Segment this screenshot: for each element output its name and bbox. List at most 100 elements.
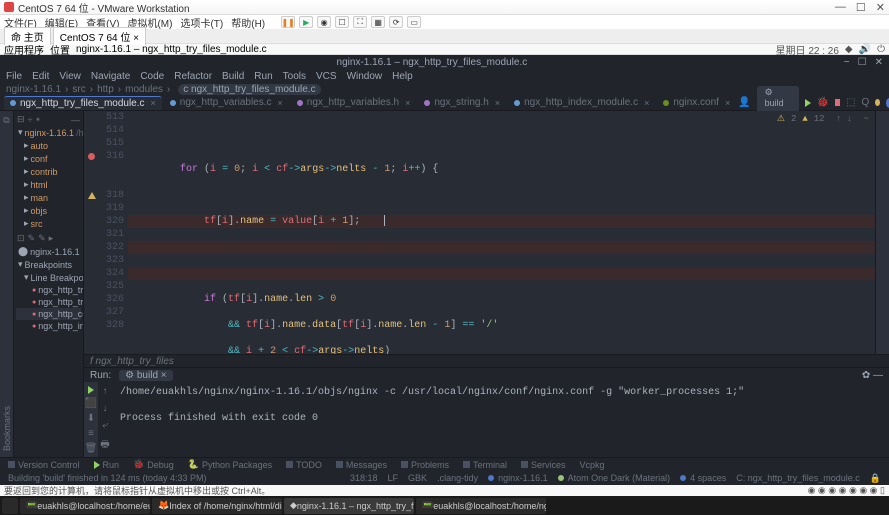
tool-debug[interactable]: 🐞Debug — [133, 459, 174, 470]
scrollbar[interactable] — [875, 111, 889, 354]
toolbar-icon[interactable]: ⊡ — [17, 233, 25, 244]
tool-services[interactable]: Services — [521, 460, 566, 470]
tree-bp-item[interactable]: ngx_http_core_ — [38, 309, 84, 319]
tree-breakpoints[interactable]: Breakpoints — [25, 260, 73, 270]
warning-icon[interactable] — [88, 192, 96, 199]
left-tool-strip[interactable]: ⧉ Bookmarks — [0, 111, 14, 457]
vmware-tabstrip[interactable]: 命 主页 CentOS 7 64 位 × — [0, 29, 889, 43]
code-editor[interactable]: ⚠2 ▲12 ↑ ↓ ~ for (i = 0; i < cf->args->n… — [128, 111, 875, 354]
breakpoint-icon[interactable] — [88, 153, 95, 160]
run-icon[interactable] — [805, 99, 811, 107]
tool-messages[interactable]: Messages — [336, 460, 387, 470]
run-config[interactable]: ⚙ build × — [119, 370, 173, 381]
status-theme[interactable]: Atom One Dark (Material) — [558, 473, 671, 483]
tool-vcpkg[interactable]: Vcpkg — [580, 460, 605, 470]
close-icon[interactable]: ✕ — [876, 1, 885, 14]
menu-build[interactable]: Build — [222, 71, 244, 82]
close-icon[interactable]: × — [151, 98, 156, 108]
rerun-icon[interactable] — [88, 386, 94, 394]
vm-toolbar-icon[interactable]: ▦ — [371, 16, 385, 28]
tree-folder[interactable]: src — [31, 219, 43, 229]
wrap-icon[interactable]: ⤶ — [102, 420, 108, 431]
up-icon[interactable]: ↑ — [103, 386, 108, 397]
close-icon[interactable]: × — [405, 98, 410, 108]
menu-window[interactable]: Window — [347, 71, 383, 82]
menu-view[interactable]: View — [59, 71, 81, 82]
toolbar-icon[interactable]: ⬇ — [87, 413, 95, 424]
run-toolbar-2[interactable]: ↑ ↓ ⤶ 🖶 — [98, 382, 112, 457]
volume-icon[interactable]: 🔊 — [859, 44, 871, 55]
crumb-modules[interactable]: modules — [125, 84, 163, 95]
network-icon[interactable]: ◆ — [845, 44, 853, 55]
project-tool-icon[interactable]: ⧉ — [3, 115, 9, 126]
tree-folder[interactable]: html — [31, 180, 48, 190]
tool-vcs[interactable]: Version Control — [8, 460, 80, 470]
crumb-root[interactable]: nginx-1.16.1 — [6, 84, 61, 95]
debug-icon[interactable]: 🐞 — [817, 97, 829, 108]
user-icon[interactable]: 👤 — [738, 97, 750, 108]
stop-icon[interactable]: ⬛ — [85, 398, 97, 409]
status-pos[interactable]: 318:18 — [350, 473, 378, 483]
status-clang[interactable]: .clang-tidy — [437, 473, 478, 483]
stop-icon[interactable] — [835, 99, 840, 106]
maximize-icon[interactable]: ☐ — [858, 57, 867, 68]
inspection-widget[interactable]: ⚠2 ▲12 ↑ ↓ ~ — [777, 113, 869, 126]
status-enc[interactable]: GBK — [408, 473, 427, 483]
tree-folder[interactable]: auto — [31, 141, 49, 151]
tab-string-h[interactable]: ngx_string.h× — [418, 96, 506, 109]
close-icon[interactable]: ✕ — [875, 57, 883, 68]
collapse-icon[interactable]: ⊟ — [17, 114, 25, 125]
menu-run[interactable]: Run — [254, 71, 272, 82]
run-tool-window[interactable]: Run: ⚙ build × ✿ — ⬛ ⬇ ≡ 🗑 ↑ ↓ — [84, 367, 889, 457]
settings-icon[interactable]: ✿ — — [862, 370, 883, 381]
vm-toolbar-icon[interactable]: ⛶ — [353, 16, 367, 28]
bookmarks-tool[interactable]: Bookmarks — [2, 406, 12, 451]
close-icon[interactable]: × — [133, 33, 139, 44]
menu-navigate[interactable]: Navigate — [91, 71, 130, 82]
vm-snapshot-icon[interactable]: ◉ — [317, 16, 331, 28]
minimize-icon[interactable]: − — [844, 57, 850, 68]
vm-pause-icon[interactable]: ❚❚ — [281, 16, 295, 28]
tool-problems[interactable]: Problems — [401, 460, 449, 470]
editor-area[interactable]: 513 514 515 316 318 319 320 321 322 323 … — [84, 111, 889, 457]
tab-index-module[interactable]: ngx_http_index_module.c× — [508, 96, 655, 109]
status-context[interactable]: nginx-1.16.1 — [488, 473, 548, 483]
lock-icon[interactable]: 🔒 — [870, 473, 881, 484]
tab-nginx-conf[interactable]: nginx.conf× — [657, 96, 736, 109]
tab-variables-c[interactable]: ngx_http_variables.c× — [164, 96, 289, 109]
vm-toolbar-icon[interactable]: ▭ — [407, 16, 421, 28]
maximize-icon[interactable]: ☐ — [856, 1, 866, 14]
ide-bottom-toolbar[interactable]: Version Control Run 🐞Debug 🐍Python Packa… — [0, 457, 889, 471]
tree-folder[interactable]: conf — [31, 154, 48, 164]
menu-vcs[interactable]: VCS — [316, 71, 337, 82]
tool-terminal[interactable]: Terminal — [463, 460, 507, 470]
crumb-src[interactable]: src — [72, 84, 85, 95]
status-indent[interactable]: 4 spaces — [680, 473, 726, 483]
status-lf[interactable]: LF — [388, 473, 399, 483]
toolbar-icon[interactable]: ⬚ — [846, 97, 855, 108]
print-icon[interactable]: 🖶 — [100, 437, 109, 454]
tree-folder[interactable]: man — [31, 193, 49, 203]
menu-code[interactable]: Code — [140, 71, 164, 82]
menu-help[interactable]: Help — [392, 71, 413, 82]
ide-menu[interactable]: File Edit View Navigate Code Refactor Bu… — [0, 69, 889, 83]
tab-try-files[interactable]: ngx_http_try_files_module.c× — [4, 96, 162, 110]
down-icon[interactable]: ↓ — [103, 403, 108, 414]
toolbar-icon[interactable]: ≡ — [88, 428, 94, 439]
menu-tabs[interactable]: 选项卡(T) — [180, 15, 223, 30]
crumb-http[interactable]: http — [97, 84, 114, 95]
run-output[interactable]: /home/euakhls/nginx/nginx-1.16.1/objs/ng… — [112, 382, 889, 457]
vm-play-icon[interactable]: ▶ — [299, 16, 313, 28]
marks-gutter[interactable] — [84, 111, 98, 354]
menu-file[interactable]: File — [6, 71, 22, 82]
vmware-window-controls[interactable]: — ☐ ✕ — [835, 1, 885, 14]
ide-editor-tabs[interactable]: ngx_http_try_files_module.c× ngx_http_va… — [0, 95, 889, 111]
tree-item[interactable]: nginx-1.16.1 — [30, 247, 80, 257]
menu-help[interactable]: 帮助(H) — [231, 15, 265, 30]
toolbar-icon[interactable]: Q — [862, 97, 870, 108]
device-icons[interactable]: ◉ ◉ ◉ ◉ ◉ ◉ ◉ ▯ — [808, 485, 885, 496]
power-icon[interactable]: ⏻ — [877, 44, 885, 55]
menu-edit[interactable]: Edit — [32, 71, 49, 82]
project-tree[interactable]: ⊟÷⭑— ▾nginx-1.16.1 /hom ▸auto ▸conf ▸con… — [14, 111, 84, 457]
crumb-file[interactable]: c ngx_http_try_files_module.c — [178, 84, 320, 95]
